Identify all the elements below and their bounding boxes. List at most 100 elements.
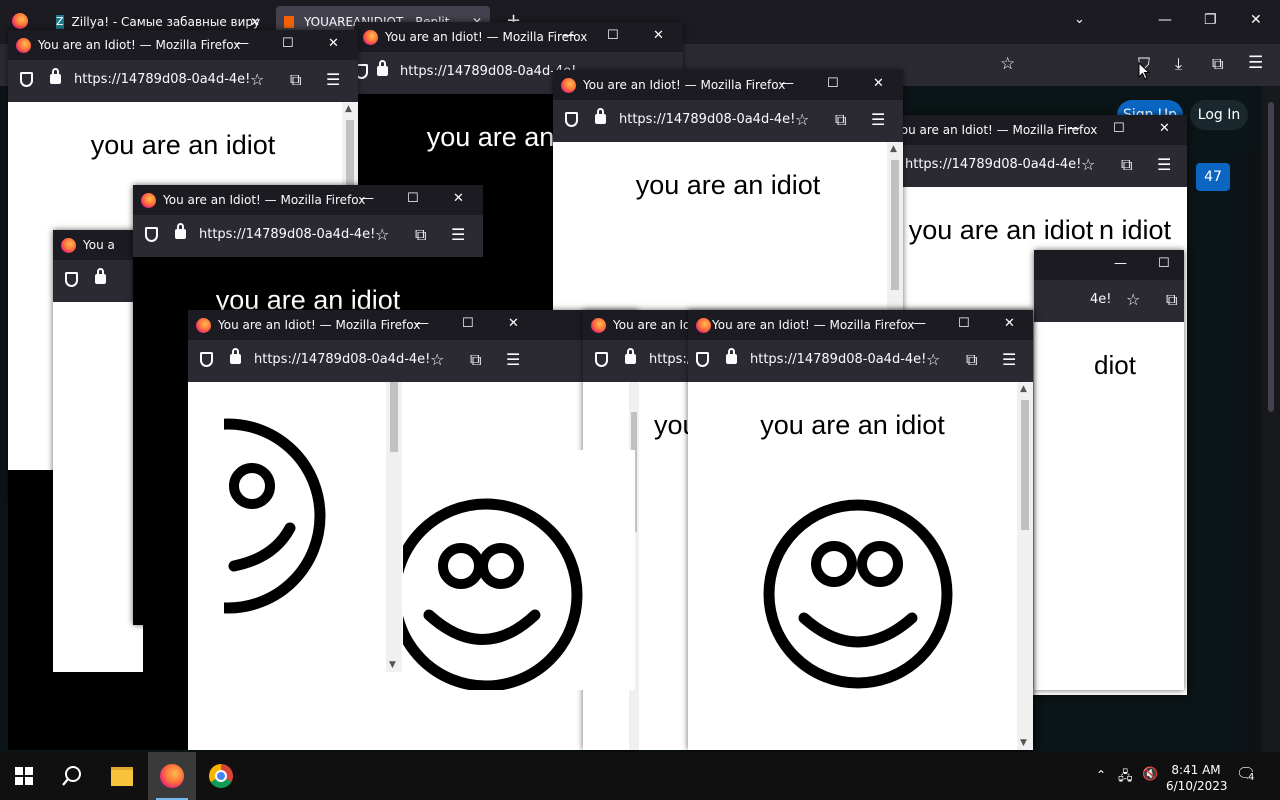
url-field[interactable]: https://14789d08-0a4d-4e!	[619, 112, 795, 127]
close-icon[interactable]: ✕	[1004, 316, 1015, 331]
bookmark-star-icon[interactable]: ☆	[1081, 155, 1095, 174]
popup-titlebar[interactable]: — ☐	[1034, 250, 1184, 280]
minimize-icon[interactable]: —	[236, 36, 249, 51]
url-field[interactable]: https://14789d08-0a4d-4e!	[254, 352, 430, 367]
extensions-icon[interactable]: ⧉	[470, 350, 481, 370]
extensions-icon[interactable]: ⧉	[290, 70, 301, 90]
scroll-up-icon[interactable]: ▲	[890, 144, 897, 154]
url-field[interactable]: https://14789d08-0a4d-4e!	[74, 72, 250, 87]
lock-icon[interactable]	[175, 223, 186, 239]
maximize-icon[interactable]: ☐	[1158, 256, 1170, 271]
popup-titlebar[interactable]: You are an Idiot! — Mozilla Firefox — ☐ …	[355, 22, 683, 52]
popup-titlebar[interactable]: You are an Idiot! — Mozilla Firefox — ☐ …	[188, 310, 638, 340]
close-window-icon[interactable]: ✕	[1250, 12, 1262, 28]
search-button[interactable]	[48, 752, 96, 800]
minimize-icon[interactable]: —	[781, 76, 794, 91]
maximize-icon[interactable]: ☐	[407, 191, 419, 206]
bookmark-star-icon[interactable]: ☆	[1000, 54, 1015, 74]
minimize-icon[interactable]: —	[913, 316, 926, 331]
minimize-icon[interactable]: —	[1158, 12, 1172, 28]
lock-icon[interactable]	[625, 348, 636, 364]
bookmark-star-icon[interactable]: ☆	[375, 225, 389, 244]
lock-icon[interactable]	[50, 68, 61, 84]
log-in-button[interactable]: Log In	[1190, 100, 1248, 130]
shield-icon[interactable]	[65, 272, 78, 287]
minimize-icon[interactable]: —	[361, 191, 374, 206]
maximize-icon[interactable]: ☐	[282, 36, 294, 51]
downloads-icon[interactable]: ⤓	[1175, 54, 1182, 74]
bookmark-star-icon[interactable]: ☆	[926, 350, 940, 369]
extensions-icon[interactable]: ⧉	[415, 225, 426, 245]
extensions-icon[interactable]: ⧉	[1121, 155, 1132, 175]
close-icon[interactable]: ✕	[453, 191, 464, 206]
scroll-down-icon[interactable]: ▼	[389, 660, 396, 670]
close-icon[interactable]: ✕	[328, 36, 339, 51]
lock-icon[interactable]	[595, 108, 606, 124]
close-icon[interactable]: ✕	[1159, 121, 1170, 136]
extensions-icon[interactable]: ⧉	[1166, 290, 1177, 310]
bookmark-star-icon[interactable]: ☆	[1126, 290, 1140, 309]
popup-titlebar[interactable]: You are an Idiot! — Mozilla Firefox — ☐ …	[8, 30, 358, 60]
firefox-view-icon[interactable]	[12, 13, 28, 29]
bookmark-star-icon[interactable]: ☆	[250, 70, 264, 89]
maximize-icon[interactable]: ❐	[1204, 12, 1217, 28]
list-all-tabs-icon[interactable]: ⌄	[1074, 12, 1085, 27]
popup-titlebar[interactable]: You are an Idiot! — Mozilla Firefox — ☐ …	[895, 115, 1187, 145]
file-explorer-button[interactable]	[98, 752, 146, 800]
scroll-thumb[interactable]	[1021, 400, 1029, 530]
minimize-icon[interactable]: —	[562, 28, 575, 43]
popup-scrollbar[interactable]: ▲ ▼	[1017, 382, 1033, 750]
maximize-icon[interactable]: ☐	[958, 316, 970, 331]
close-icon[interactable]: ✕	[653, 28, 664, 43]
scrollbar-right-inner[interactable]	[1246, 146, 1260, 752]
lock-icon[interactable]	[377, 60, 388, 76]
firefox-taskbar-button[interactable]	[148, 752, 196, 800]
menu-icon[interactable]: ☰	[871, 110, 885, 129]
close-icon[interactable]: ✕	[508, 316, 519, 331]
popup-titlebar[interactable]: You a	[53, 230, 143, 260]
volume-muted-icon[interactable]: 🔇	[1142, 767, 1158, 782]
menu-icon[interactable]: ☰	[326, 70, 340, 89]
idiot-popup-window[interactable]: You a	[53, 230, 143, 672]
shield-icon[interactable]	[20, 72, 33, 87]
minimize-icon[interactable]: —	[416, 316, 429, 331]
network-icon[interactable]: 🖧	[1118, 767, 1133, 789]
chrome-taskbar-button[interactable]	[197, 752, 245, 800]
maximize-icon[interactable]: ☐	[607, 28, 619, 43]
scroll-up-icon[interactable]: ▲	[1020, 384, 1027, 394]
scroll-thumb[interactable]	[390, 382, 398, 452]
popup-titlebar[interactable]: You are an Idiot! — Mozilla Firefox — ☐ …	[553, 70, 903, 100]
menu-icon[interactable]: ☰	[1248, 53, 1263, 73]
menu-icon[interactable]: ☰	[1157, 155, 1171, 174]
page-scrollbar[interactable]	[1262, 86, 1280, 752]
clock[interactable]: 8:41 AM 6/10/2023	[1166, 762, 1228, 794]
close-icon[interactable]: ✕	[873, 76, 884, 91]
popup-titlebar[interactable]: You are an Idiot! — Mozilla Firefox — ☐ …	[688, 310, 1033, 340]
shield-icon[interactable]	[200, 352, 213, 367]
maximize-icon[interactable]: ☐	[462, 316, 474, 331]
menu-icon[interactable]: ☰	[451, 225, 465, 244]
bookmark-star-icon[interactable]: ☆	[430, 350, 444, 369]
url-fragment[interactable]: 4e!	[1090, 292, 1111, 307]
shield-icon[interactable]	[696, 352, 709, 367]
shield-icon[interactable]	[145, 227, 158, 242]
minimize-icon[interactable]: —	[1114, 256, 1127, 271]
notification-center-button[interactable]: 🗨 4	[1236, 764, 1262, 788]
url-field[interactable]: https://14789d08-0a4d-4e!	[750, 352, 926, 367]
scroll-thumb[interactable]	[1268, 102, 1274, 412]
menu-icon[interactable]: ☰	[1002, 350, 1016, 369]
url-field[interactable]: https://14789d08-0a4d-4e!	[400, 64, 576, 79]
scroll-up-icon[interactable]: ▲	[345, 104, 352, 114]
maximize-icon[interactable]: ☐	[1113, 121, 1125, 136]
url-field[interactable]: https://14789d08-0a4d-4e!	[905, 157, 1081, 172]
extensions-icon[interactable]: ⧉	[966, 350, 977, 370]
show-hidden-icons-icon[interactable]: ⌃	[1096, 768, 1106, 782]
lock-icon[interactable]	[95, 268, 106, 284]
popup-scrollbar[interactable]: ▼	[386, 382, 402, 672]
url-field[interactable]: https://14789d08-0a4d-4e!	[199, 227, 375, 242]
close-icon[interactable]: ✕	[250, 15, 260, 29]
idiot-popup-window[interactable]: — ☐ 4e! ☆ ⧉ diot	[1034, 250, 1184, 690]
scroll-thumb[interactable]	[891, 160, 899, 290]
start-button[interactable]	[0, 752, 48, 800]
shield-icon[interactable]	[595, 352, 608, 367]
